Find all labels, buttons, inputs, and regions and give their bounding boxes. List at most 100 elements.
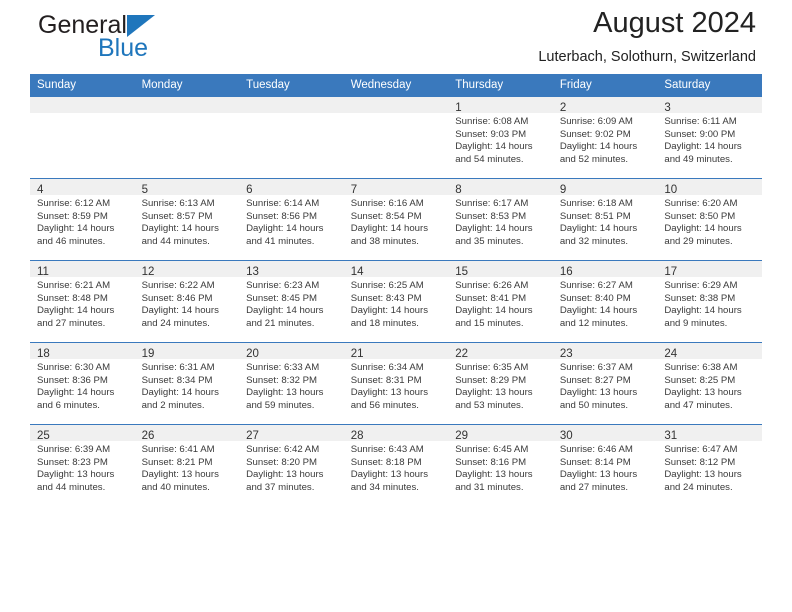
calendar-day-cell[interactable]: 9 Sunrise: 6:18 AM Sunset: 8:51 PM Daylight… — [552, 178, 658, 261]
calendar-week-row: 25 Sunrise: 6:39 AM Sunset: 8:23 PM Dayligh… — [30, 424, 762, 507]
detail-daylight2: and 50 minutes. — [559, 399, 629, 411]
date-strip: 3 — [657, 97, 762, 114]
date-strip: 15 — [448, 261, 553, 278]
general-blue-logo[interactable]: General Blue — [38, 12, 268, 68]
calendar-cell-inner — [30, 97, 135, 178]
calendar-cell-inner: 22 Sunrise: 6:35 AM Sunset: 8:29 PM Dayligh… — [448, 343, 553, 424]
detail-daylight2: and 24 minutes. — [141, 317, 210, 329]
calendar-day-cell[interactable]: 14 Sunrise: 6:25 AM Sunset: 8:43 PM Dayligh… — [343, 260, 449, 343]
detail-sunrise: Sunrise: 6:16 AM — [350, 198, 424, 209]
calendar-day-cell[interactable]: 30 Sunrise: 6:46 AM Sunset: 8:14 PM Dayligh… — [552, 424, 658, 507]
day-details: Sunrise: 6:42 AM Sunset: 8:20 PM Daylight:… — [239, 441, 344, 494]
calendar-day-cell[interactable]: 21 Sunrise: 6:34 AM Sunset: 8:31 PM Dayligh… — [343, 342, 449, 425]
calendar-day-cell[interactable]: 1 Sunrise: 6:08 AM Sunset: 9:03 PM Daylight… — [448, 96, 553, 179]
weekday-header-row: Sunday Monday Tuesday Wednesday Thursday… — [30, 74, 762, 97]
calendar-day-cell[interactable]: 2 Sunrise: 6:09 AM Sunset: 9:02 PM Daylight… — [552, 96, 658, 179]
calendar-day-cell[interactable]: 19 Sunrise: 6:31 AM Sunset: 8:34 PM Dayligh… — [134, 342, 240, 425]
detail-sunset: Sunset: 8:41 PM — [455, 292, 527, 304]
day-details: Sunrise: 6:45 AM Sunset: 8:16 PM Daylight:… — [448, 441, 553, 494]
detail-daylight1: Daylight: 14 hours — [141, 305, 219, 317]
calendar-day-cell[interactable]: 20 Sunrise: 6:33 AM Sunset: 8:32 PM Dayligh… — [239, 342, 344, 425]
calendar-day-cell[interactable]: 23 Sunrise: 6:37 AM Sunset: 8:27 PM Dayligh… — [552, 342, 658, 425]
day-details: Sunrise: 6:14 AM Sunset: 8:56 PM Daylight:… — [239, 195, 344, 248]
detail-sunrise: Sunrise: 6:13 AM — [141, 198, 215, 209]
detail-daylight1: Daylight: 13 hours — [246, 469, 324, 481]
calendar-day-cell[interactable]: 7 Sunrise: 6:16 AM Sunset: 8:54 PM Daylight… — [343, 178, 449, 261]
weekday-header-tuesday: Tuesday — [239, 74, 344, 97]
detail-sunset: Sunset: 8:56 PM — [246, 210, 318, 222]
calendar-day-cell[interactable]: 17 Sunrise: 6:29 AM Sunset: 8:38 PM Dayligh… — [657, 260, 762, 343]
calendar-day-cell[interactable]: 28 Sunrise: 6:43 AM Sunset: 8:18 PM Dayligh… — [343, 424, 449, 507]
detail-sunrise: Sunrise: 6:23 AM — [246, 280, 320, 291]
detail-sunrise: Sunrise: 6:31 AM — [141, 362, 215, 373]
weekday-header-sunday: Sunday — [30, 74, 135, 97]
calendar-cell-inner: 8 Sunrise: 6:17 AM Sunset: 8:53 PM Daylight… — [448, 179, 553, 260]
calendar-day-cell[interactable]: 6 Sunrise: 6:14 AM Sunset: 8:56 PM Daylight… — [239, 178, 344, 261]
calendar-day-cell[interactable]: 25 Sunrise: 6:39 AM Sunset: 8:23 PM Dayligh… — [30, 424, 135, 507]
detail-sunset: Sunset: 8:57 PM — [141, 210, 213, 222]
logo-text-blue: Blue — [98, 34, 149, 62]
calendar-day-cell[interactable]: 12 Sunrise: 6:22 AM Sunset: 8:46 PM Dayligh… — [134, 260, 240, 343]
day-details: Sunrise: 6:11 AM Sunset: 9:00 PM Daylight:… — [657, 113, 762, 166]
calendar-day-cell[interactable]: 5 Sunrise: 6:13 AM Sunset: 8:57 PM Daylight… — [134, 178, 240, 261]
page-header: General Blue August 2024 Luterbach, Solo… — [30, 0, 762, 74]
date-strip: 8 — [448, 179, 553, 196]
detail-sunset: Sunset: 8:36 PM — [37, 374, 108, 386]
calendar-day-cell[interactable]: 24 Sunrise: 6:38 AM Sunset: 8:25 PM Dayligh… — [657, 342, 762, 425]
day-number: 18 — [37, 348, 50, 360]
calendar-day-cell[interactable]: 4 Sunrise: 6:12 AM Sunset: 8:59 PM Daylight… — [30, 178, 135, 261]
calendar-day-cell[interactable]: 18 Sunrise: 6:30 AM Sunset: 8:36 PM Dayligh… — [30, 342, 135, 425]
date-strip: 24 — [657, 343, 762, 360]
calendar-day-cell[interactable]: 10 Sunrise: 6:20 AM Sunset: 8:50 PM Dayligh… — [657, 178, 762, 261]
calendar-day-cell[interactable]: 27 Sunrise: 6:42 AM Sunset: 8:20 PM Dayligh… — [239, 424, 344, 507]
day-number: 13 — [246, 266, 259, 278]
calendar-cell-inner: 21 Sunrise: 6:34 AM Sunset: 8:31 PM Dayligh… — [343, 343, 449, 424]
calendar-day-cell[interactable]: 11 Sunrise: 6:21 AM Sunset: 8:48 PM Dayligh… — [30, 260, 135, 343]
detail-sunset: Sunset: 8:14 PM — [559, 456, 631, 468]
date-strip: 29 — [448, 425, 553, 442]
calendar-day-cell[interactable]: 26 Sunrise: 6:41 AM Sunset: 8:21 PM Dayligh… — [134, 424, 240, 507]
date-strip — [134, 97, 240, 113]
calendar-day-cell[interactable]: 13 Sunrise: 6:23 AM Sunset: 8:45 PM Dayligh… — [239, 260, 344, 343]
detail-daylight2: and 27 minutes. — [559, 481, 629, 493]
calendar-cell-inner: 19 Sunrise: 6:31 AM Sunset: 8:34 PM Dayligh… — [134, 343, 240, 424]
detail-sunset: Sunset: 8:40 PM — [559, 292, 631, 304]
calendar-day-cell[interactable]: 15 Sunrise: 6:26 AM Sunset: 8:41 PM Dayligh… — [448, 260, 553, 343]
detail-sunrise: Sunrise: 6:11 AM — [664, 116, 737, 127]
calendar-cell-inner — [239, 97, 344, 178]
calendar-cell-empty — [239, 96, 344, 179]
calendar-day-cell[interactable]: 8 Sunrise: 6:17 AM Sunset: 8:53 PM Daylight… — [448, 178, 553, 261]
detail-sunset: Sunset: 8:20 PM — [246, 456, 318, 468]
day-number: 4 — [37, 184, 44, 196]
detail-daylight2: and 31 minutes. — [455, 481, 524, 493]
day-number: 5 — [141, 184, 148, 196]
day-number: 3 — [664, 102, 671, 114]
detail-daylight1: Daylight: 13 hours — [559, 387, 638, 399]
detail-sunset: Sunset: 8:23 PM — [37, 456, 108, 468]
detail-daylight1: Daylight: 14 hours — [141, 223, 219, 235]
day-details: Sunrise: 6:38 AM Sunset: 8:25 PM Daylight:… — [657, 359, 762, 412]
date-strip: 22 — [448, 343, 553, 360]
detail-sunset: Sunset: 8:18 PM — [350, 456, 422, 468]
detail-sunset: Sunset: 8:45 PM — [246, 292, 318, 304]
detail-sunset: Sunset: 8:43 PM — [350, 292, 422, 304]
date-strip: 13 — [239, 261, 344, 278]
detail-daylight2: and 38 minutes. — [350, 235, 419, 247]
calendar-day-cell[interactable]: 31 Sunrise: 6:47 AM Sunset: 8:12 PM Dayligh… — [657, 424, 762, 507]
date-strip — [30, 97, 135, 113]
calendar-cell-inner: 12 Sunrise: 6:22 AM Sunset: 8:46 PM Dayligh… — [134, 261, 240, 342]
detail-sunset: Sunset: 8:16 PM — [455, 456, 527, 468]
calendar-day-cell[interactable]: 3 Sunrise: 6:11 AM Sunset: 9:00 PM Daylight… — [657, 96, 762, 179]
detail-daylight1: Daylight: 14 hours — [455, 305, 533, 317]
detail-daylight2: and 40 minutes. — [141, 481, 210, 493]
calendar-day-cell[interactable]: 22 Sunrise: 6:35 AM Sunset: 8:29 PM Dayligh… — [448, 342, 553, 425]
calendar-day-cell[interactable]: 29 Sunrise: 6:45 AM Sunset: 8:16 PM Dayligh… — [448, 424, 553, 507]
calendar-day-cell[interactable]: 16 Sunrise: 6:27 AM Sunset: 8:40 PM Dayligh… — [552, 260, 658, 343]
detail-sunrise: Sunrise: 6:26 AM — [455, 280, 529, 291]
detail-daylight1: Daylight: 14 hours — [37, 305, 115, 317]
calendar-cell-inner: 16 Sunrise: 6:27 AM Sunset: 8:40 PM Dayligh… — [552, 261, 658, 342]
detail-sunrise: Sunrise: 6:27 AM — [559, 280, 633, 291]
calendar-cell-inner: 1 Sunrise: 6:08 AM Sunset: 9:03 PM Daylight… — [448, 97, 553, 178]
date-strip: 2 — [552, 97, 658, 114]
calendar-cell-inner: 2 Sunrise: 6:09 AM Sunset: 9:02 PM Daylight… — [552, 97, 658, 178]
